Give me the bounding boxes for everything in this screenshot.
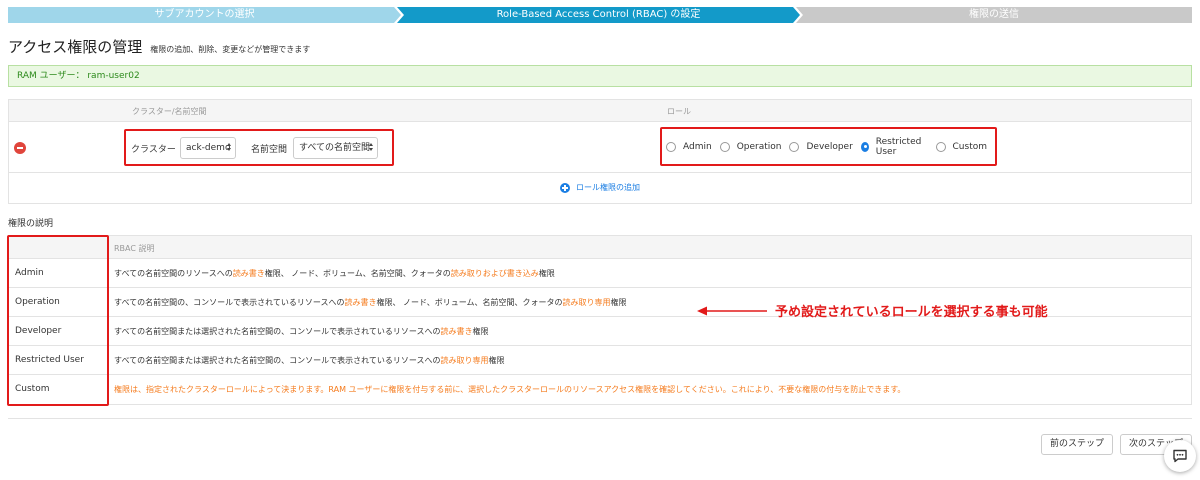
col-role: ロール [667, 107, 691, 116]
permission-role-name: Admin [15, 268, 44, 278]
permission-role-name: Custom [15, 384, 50, 394]
namespace-label: 名前空間 [251, 145, 288, 155]
role-option-developer[interactable]: Developer [789, 141, 853, 152]
permission-row: Developer すべての名前空間または選択された名前空間の、コンソールで表示… [9, 317, 1191, 346]
desc-highlight: 権限は、指定されたクラスターロールによって決まります。RAM ユーザーに権限を付… [114, 385, 906, 394]
role-option-label: Developer [806, 141, 853, 152]
permission-description: すべての名前空間の、コンソールで表示されているリソースへの読み書き権限、 ノード… [114, 297, 626, 308]
desc-highlight: 読み書き [344, 298, 377, 307]
desc-text: すべての名前空間の、コンソールで表示されているリソースへの [114, 298, 345, 307]
add-role-label: ロール権限の追加 [576, 183, 640, 192]
namespace-select[interactable]: すべての名前空間 [293, 137, 378, 159]
role-option-label: Admin [683, 141, 712, 152]
plus-circle-icon [560, 182, 570, 193]
permission-role-name: Restricted User [15, 355, 84, 365]
previous-step-button[interactable]: 前のステップ [1041, 434, 1113, 455]
cluster-select-value: ack-demo [186, 143, 231, 153]
desc-text: 権限 [472, 327, 489, 336]
permission-row: Custom 権限は、指定されたクラスターロールによって決まります。RAM ユー… [9, 375, 1191, 404]
footer-divider [8, 418, 1192, 419]
desc-text: すべての名前空間のリソースへの [114, 269, 233, 278]
radio-icon [789, 141, 800, 152]
step-select-subaccount: サブアカウントの選択 [8, 7, 401, 23]
desc-text: 権限 [610, 298, 627, 307]
role-option-custom[interactable]: Custom [935, 141, 987, 152]
role-option-label: Restricted User [875, 136, 922, 157]
radio-icon [666, 141, 676, 152]
wizard-stepper: サブアカウントの選択 Role-Based Access Control (RB… [8, 7, 1192, 23]
desc-text: すべての名前空間または選択された名前空間の、コンソールで表示されているリソースへ… [114, 356, 441, 365]
cluster-label: クラスター [131, 145, 176, 155]
chat-button[interactable] [1164, 440, 1196, 472]
desc-text: 権限 [488, 356, 505, 365]
desc-highlight: 読み書き [440, 327, 473, 336]
desc-highlight: 読み書き [232, 269, 265, 278]
role-binding-row: クラスター ack-demo 名前空間 すべての名前空間 Admin Opera… [9, 122, 1191, 173]
page-title: アクセス権限の管理 [8, 38, 143, 56]
radio-checked-icon [860, 141, 869, 152]
role-option-operation[interactable]: Operation [719, 141, 782, 152]
role-radio-group: Admin Operation Developer Restricted Use… [660, 127, 997, 166]
annotation-arrow-icon [697, 306, 767, 316]
desc-highlight: 読み取り専用 [440, 356, 489, 365]
cluster-select[interactable]: ack-demo [180, 137, 236, 159]
chat-icon [1173, 449, 1187, 463]
desc-text: 権限 [538, 269, 555, 278]
role-option-label: Operation [736, 141, 782, 152]
radio-icon [935, 141, 946, 152]
desc-highlight: 読み取り専用 [562, 298, 611, 307]
remove-row-icon[interactable] [14, 142, 26, 154]
role-option-restricted-user[interactable]: Restricted User [860, 136, 928, 157]
desc-text: すべての名前空間または選択された名前空間の、コンソールで表示されているリソースへ… [114, 327, 441, 336]
desc-text: 権限、 ノード、ボリューム、名前空間、クォータの [376, 298, 563, 307]
step-submit-permissions: 権限の送信 [796, 7, 1192, 23]
col-cluster-namespace: クラスター/名前空間 [132, 107, 207, 116]
annotation-text: 予め設定されているロールを選択する事も可能 [775, 305, 1048, 320]
step-rbac-config: Role-Based Access Control (RBAC) の設定 [397, 7, 800, 23]
permission-row: Restricted User すべての名前空間または選択された名前空間の、コン… [9, 346, 1191, 375]
desc-text: 権限、 ノード、ボリューム、名前空間、クォータの [264, 269, 451, 278]
permission-description: すべての名前空間または選択された名前空間の、コンソールで表示されているリソースへ… [114, 355, 504, 366]
ram-user-banner: RAM ユーザー： ram-user02 [8, 65, 1192, 87]
permissions-table: RBAC 説明 Admin すべての名前空間のリソースへの読み書き権限、 ノード… [8, 235, 1192, 405]
col-rbac-description: RBAC 説明 [114, 244, 155, 253]
role-table: クラスター/名前空間 ロール クラスター ack-demo 名前空間 すべての名… [8, 99, 1192, 204]
radio-icon [719, 141, 730, 152]
permission-description: 権限は、指定されたクラスターロールによって決まります。RAM ユーザーに権限を付… [114, 384, 905, 395]
role-option-admin[interactable]: Admin [666, 141, 712, 152]
select-arrows-icon [227, 143, 232, 153]
permission-description: すべての名前空間または選択された名前空間の、コンソールで表示されているリソースへ… [114, 326, 488, 337]
permission-description: すべての名前空間のリソースへの読み書き権限、 ノード、ボリューム、名前空間、クォ… [114, 268, 555, 279]
page-header: アクセス権限の管理 権限の追加、削除、変更などが管理できます [8, 36, 310, 57]
select-arrows-icon [369, 143, 374, 153]
permission-role-name: Developer [15, 326, 62, 336]
permissions-title: 権限の説明 [8, 219, 54, 229]
add-role-button[interactable]: ロール権限の追加 [560, 182, 640, 193]
permissions-table-header: RBAC 説明 [9, 236, 1191, 259]
page-subtitle: 権限の追加、削除、変更などが管理できます [150, 45, 311, 54]
namespace-select-value: すべての名前空間 [299, 143, 371, 153]
role-option-label: Custom [952, 141, 987, 152]
permission-row: Admin すべての名前空間のリソースへの読み書き権限、 ノード、ボリューム、名… [9, 259, 1191, 288]
desc-highlight: 読み取りおよび書き込み [450, 269, 539, 278]
cluster-namespace-group: クラスター ack-demo 名前空間 すべての名前空間 [124, 129, 394, 166]
role-table-header: クラスター/名前空間 ロール [9, 100, 1191, 122]
permission-role-name: Operation [15, 297, 60, 307]
